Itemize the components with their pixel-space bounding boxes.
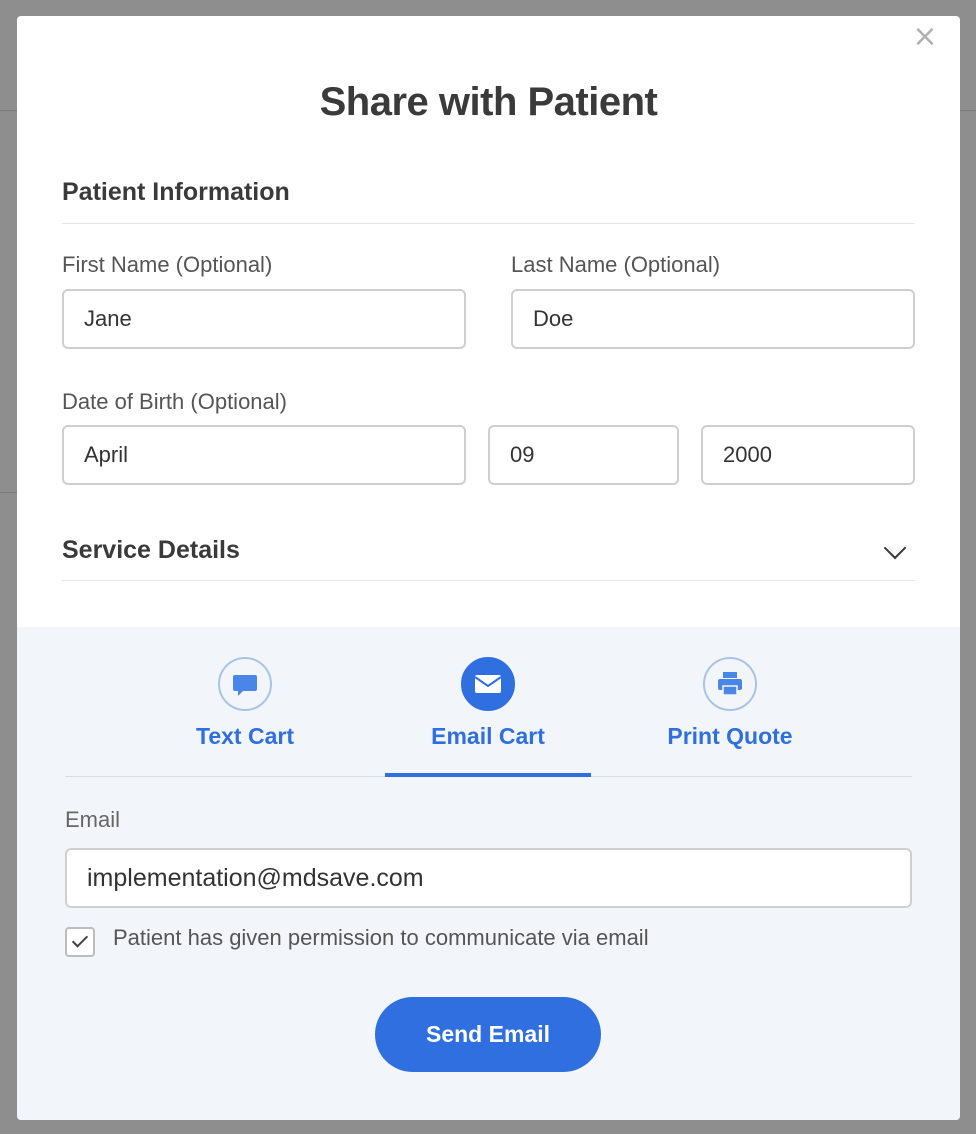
active-tab-indicator (385, 773, 591, 777)
service-details-toggle[interactable]: Service Details (62, 536, 915, 581)
dob-year-field[interactable]: 2000 (701, 425, 915, 485)
dob-day-field[interactable]: 09 (488, 425, 679, 485)
send-email-button[interactable]: Send Email (375, 997, 601, 1072)
tab-text-cart[interactable]: Text Cart (125, 627, 365, 777)
email-label: Email (65, 807, 121, 832)
last-name-label: Last Name (Optional) (511, 252, 721, 277)
patient-information-heading: Patient Information (62, 178, 915, 224)
first-name-label: First Name (Optional) (62, 252, 273, 277)
chat-bubble-icon (218, 657, 272, 711)
share-tabs: Text Cart Email Cart Print Quote (65, 627, 912, 777)
tab-print-quote[interactable]: Print Quote (610, 627, 850, 777)
background-divider (960, 110, 976, 111)
printer-icon (703, 657, 757, 711)
tab-text-cart-label: Text Cart (196, 723, 294, 749)
tab-email-cart[interactable]: Email Cart (368, 627, 608, 777)
share-modal: × Share with Patient Patient Information… (17, 16, 960, 1120)
chevron-down-icon[interactable] (883, 536, 907, 560)
last-name-field[interactable]: Doe (511, 289, 915, 349)
dob-month-select[interactable]: April (62, 425, 466, 485)
patient-information-label: Patient Information (62, 178, 290, 206)
background-divider (0, 492, 17, 493)
tab-print-quote-label: Print Quote (667, 723, 793, 749)
close-icon[interactable]: × (912, 22, 938, 52)
share-panel: Text Cart Email Cart Print Quote Email i… (17, 627, 960, 1120)
tab-email-cart-label: Email Cart (431, 723, 545, 749)
service-details-label: Service Details (62, 536, 240, 564)
date-of-birth-label: Date of Birth (Optional) (62, 389, 287, 414)
permission-label: Patient has given permission to communic… (113, 925, 649, 950)
modal-title: Share with Patient (319, 80, 658, 124)
permission-checkbox[interactable] (65, 927, 95, 957)
first-name-field[interactable]: Jane (62, 289, 466, 349)
background-divider (0, 110, 17, 111)
email-field[interactable]: implementation@mdsave.com (65, 848, 912, 908)
envelope-icon (461, 657, 515, 711)
checkmark-icon (71, 931, 89, 948)
